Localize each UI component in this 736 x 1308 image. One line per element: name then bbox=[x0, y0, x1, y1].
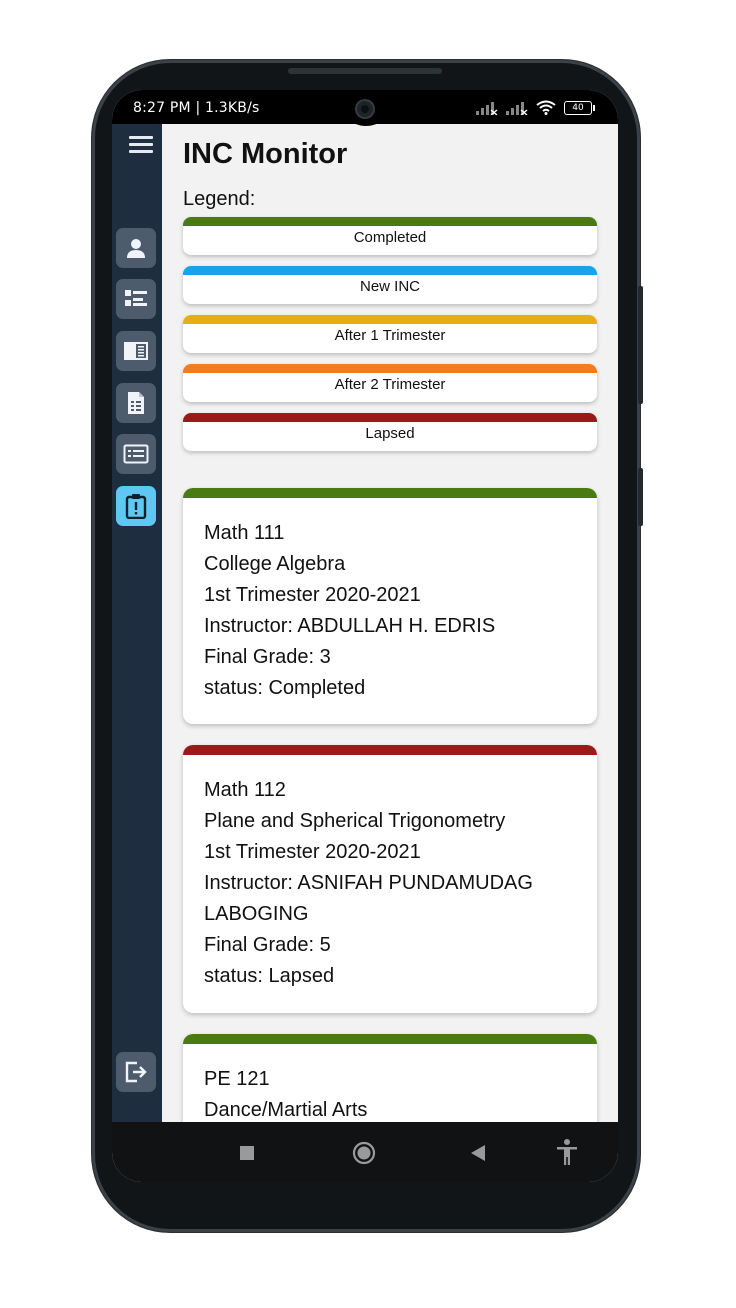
system-nav-bar bbox=[112, 1122, 618, 1182]
course-grade: Final Grade: 3 bbox=[204, 646, 331, 668]
legend-color-bar bbox=[183, 413, 597, 422]
course-card[interactable]: Math 112 Plane and Spherical Trigonometr… bbox=[183, 745, 597, 1013]
sidebar-item-inc-monitor[interactable] bbox=[116, 486, 156, 526]
course-status: status: Lapsed bbox=[204, 965, 335, 987]
course-card[interactable]: Math 111 College Algebra 1st Trimester 2… bbox=[183, 488, 597, 724]
legend-item-after-2-trimester: After 2 Trimester bbox=[183, 364, 597, 402]
earpiece-speaker bbox=[288, 68, 442, 74]
front-camera bbox=[355, 99, 375, 119]
logout-icon bbox=[125, 1061, 147, 1083]
legend-item-completed: Completed bbox=[183, 217, 597, 255]
sidebar-item-document[interactable] bbox=[116, 383, 156, 423]
course-grade: Final Grade: 5 bbox=[204, 934, 331, 956]
course-code: Math 112 bbox=[204, 779, 286, 801]
battery-level: 40 bbox=[572, 102, 584, 113]
user-icon bbox=[127, 239, 145, 258]
signal-icon bbox=[506, 101, 528, 115]
sidebar bbox=[112, 124, 162, 1122]
sidebar-item-book[interactable] bbox=[116, 331, 156, 371]
legend-item-label: Lapsed bbox=[365, 425, 415, 442]
logout-button[interactable] bbox=[116, 1052, 156, 1092]
legend-item-label: After 1 Trimester bbox=[334, 327, 446, 344]
course-term: 1st Trimester 2020-2021 bbox=[204, 584, 421, 606]
status-icons: 40 bbox=[476, 100, 595, 115]
power-button bbox=[638, 468, 643, 526]
list-icon bbox=[125, 290, 147, 306]
course-term: 1st Trimester 2020-2021 bbox=[204, 841, 421, 863]
document-icon bbox=[128, 392, 144, 414]
recents-icon[interactable] bbox=[240, 1146, 254, 1160]
course-status-bar bbox=[183, 488, 597, 498]
legend-color-bar bbox=[183, 364, 597, 373]
course-name: Dance/Martial Arts bbox=[204, 1099, 368, 1121]
clipboard-alert-icon bbox=[125, 494, 147, 519]
menu-icon[interactable] bbox=[129, 136, 153, 154]
legend-color-bar bbox=[183, 217, 597, 226]
course-name: College Algebra bbox=[204, 553, 346, 575]
legend-item-label: Completed bbox=[353, 229, 427, 246]
course-status: status: Completed bbox=[204, 677, 366, 699]
accessibility-icon[interactable] bbox=[555, 1138, 579, 1166]
back-icon[interactable] bbox=[470, 1144, 486, 1162]
volume-button bbox=[638, 286, 643, 404]
course-instructor: Instructor: ABDULLAH H. EDRIS bbox=[204, 615, 496, 637]
course-status-bar bbox=[183, 1034, 597, 1044]
legend-item-new-inc: New INC bbox=[183, 266, 597, 304]
legend-item-label: After 2 Trimester bbox=[334, 376, 446, 393]
main-content: INC Monitor Legend: Completed New INC Af… bbox=[162, 124, 618, 1122]
screen: 8:27 PM | 1.3KB/s 40 INC Monitor Legend:… bbox=[112, 90, 618, 1182]
battery-icon: 40 bbox=[564, 100, 595, 115]
legend-item-lapsed: Lapsed bbox=[183, 413, 597, 451]
course-card[interactable]: PE 121 Dance/Martial Arts bbox=[183, 1034, 597, 1122]
sidebar-item-profile[interactable] bbox=[116, 228, 156, 268]
legend-label: Legend: bbox=[183, 188, 256, 210]
status-bar: 8:27 PM | 1.3KB/s 40 bbox=[112, 90, 618, 126]
legend-item-label: New INC bbox=[359, 278, 420, 295]
course-name: Plane and Spherical Trigonometry bbox=[204, 810, 506, 832]
course-code: PE 121 bbox=[204, 1068, 270, 1090]
course-status-bar bbox=[183, 745, 597, 755]
legend-color-bar bbox=[183, 315, 597, 324]
course-code: Math 111 bbox=[204, 522, 285, 544]
legend-item-after-1-trimester: After 1 Trimester bbox=[183, 315, 597, 353]
page-title: INC Monitor bbox=[183, 138, 348, 170]
signal-icon bbox=[476, 101, 498, 115]
book-icon bbox=[124, 342, 148, 360]
legend-color-bar bbox=[183, 266, 597, 275]
status-time: 8:27 PM | 1.3KB/s bbox=[133, 100, 260, 116]
home-icon[interactable] bbox=[352, 1141, 376, 1165]
course-instructor: Instructor: ASNIFAH PUNDAMUDAG LABOGING bbox=[204, 872, 533, 925]
sidebar-item-list[interactable] bbox=[116, 279, 156, 319]
wifi-icon bbox=[536, 100, 556, 115]
sidebar-item-id-card[interactable] bbox=[116, 434, 156, 474]
id-card-icon bbox=[123, 444, 149, 464]
